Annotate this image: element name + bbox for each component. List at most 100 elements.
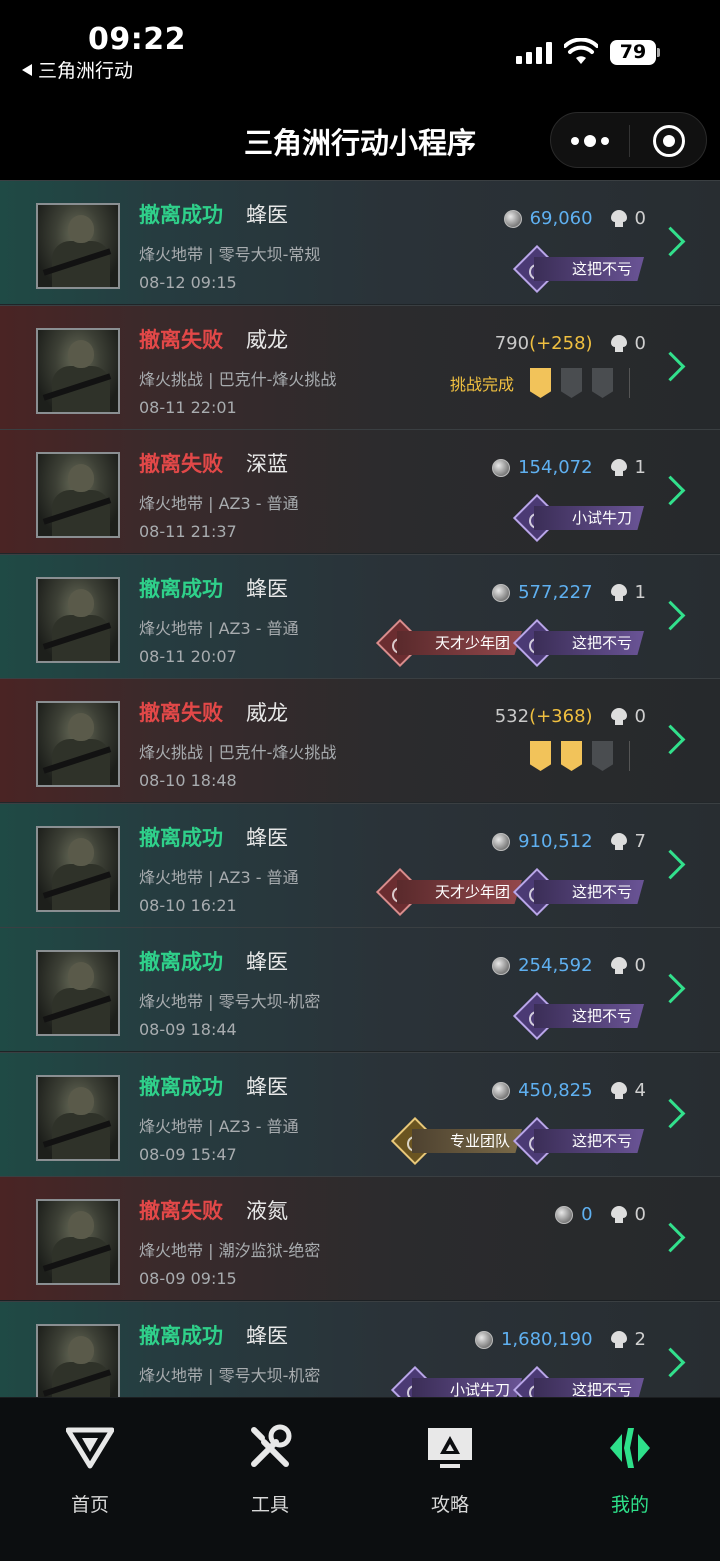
match-record-card[interactable]: 撤离失败 威龙 烽火挑战 | 巴克什-烽火挑战 08-11 22:01 790(+258… bbox=[0, 305, 720, 429]
kill-count: 0 bbox=[634, 706, 646, 727]
coin-icon bbox=[492, 583, 511, 602]
match-record-card[interactable]: 撤离成功 蜂医 烽火地带 | AZ3 - 普通 08-10 16:21 910,512 7… bbox=[0, 803, 720, 927]
chevron-right-icon[interactable] bbox=[666, 1348, 682, 1378]
extraction-status: 撤离失败 bbox=[139, 1199, 223, 1223]
kill-count: 0 bbox=[634, 955, 646, 976]
match-time: 08-12 09:15 bbox=[139, 273, 237, 292]
skull-icon bbox=[610, 583, 627, 602]
match-record-card[interactable]: 撤离成功 蜂医 烽火地带 | 零号大坝-机密 08-09 18:44 254,592 0 这… bbox=[0, 927, 720, 1051]
loot-value: 1,680,190 bbox=[500, 1329, 593, 1350]
chevron-right-icon[interactable] bbox=[666, 850, 682, 880]
operator-name: 蜂医 bbox=[246, 1075, 288, 1099]
battery-indicator: 79 bbox=[610, 40, 656, 65]
achievement-badge: 这把不亏 bbox=[512, 991, 644, 1041]
badge-label: 这把不亏 bbox=[533, 631, 644, 655]
operator-avatar bbox=[36, 950, 120, 1036]
match-record-card[interactable]: 撤离失败 威龙 烽火挑战 | 巴克什-烽火挑战 08-10 18:48 532(+368… bbox=[0, 678, 720, 802]
tab-home-label: 首页 bbox=[70, 1494, 109, 1516]
operator-name: 蜂医 bbox=[246, 1324, 288, 1348]
loot-value: 0 bbox=[581, 1204, 593, 1225]
coin-icon bbox=[474, 1330, 493, 1349]
operator-avatar bbox=[36, 203, 120, 289]
challenge-label: 挑战完成 bbox=[449, 375, 514, 394]
loot-value: 532(+368) bbox=[494, 706, 593, 727]
close-miniprogram-icon[interactable] bbox=[653, 125, 685, 157]
chevron-right-icon[interactable] bbox=[666, 476, 682, 506]
more-options-icon[interactable] bbox=[551, 113, 629, 169]
chevron-right-icon[interactable] bbox=[666, 352, 682, 382]
kill-count: 0 bbox=[634, 1204, 646, 1225]
match-record-card[interactable]: 撤离失败 液氮 烽火地带 | 潮汐监狱-绝密 08-09 09:15 0 0 bbox=[0, 1176, 720, 1300]
game-mode: 烽火地带 | AZ3 - 普通 bbox=[139, 619, 299, 638]
loot-value: 450,825 bbox=[518, 1080, 593, 1101]
extraction-status: 撤离失败 bbox=[139, 452, 223, 476]
match-time: 08-10 16:21 bbox=[139, 896, 237, 915]
operator-avatar bbox=[36, 826, 120, 912]
match-record-card[interactable]: 撤离成功 蜂医 烽火地带 | AZ3 - 普通 08-11 20:07 577,227 1… bbox=[0, 554, 720, 678]
game-mode: 烽火地带 | AZ3 - 普通 bbox=[139, 868, 299, 887]
skull-icon bbox=[610, 956, 627, 975]
extraction-status: 撤离成功 bbox=[139, 203, 223, 227]
achievement-badges: 这把不亏 bbox=[512, 244, 644, 294]
back-app-label: 三角洲行动 bbox=[38, 60, 134, 82]
back-triangle-icon bbox=[22, 63, 32, 76]
loot-value: 577,227 bbox=[518, 582, 593, 603]
loot-value: 790(+258) bbox=[494, 333, 593, 354]
loot-value: 69,060 bbox=[529, 208, 593, 229]
achievement-badge: 天才少年团 bbox=[375, 618, 522, 668]
value-row: 254,592 0 bbox=[492, 955, 646, 976]
badge-label: 这把不亏 bbox=[533, 880, 644, 904]
chevron-right-icon[interactable] bbox=[666, 601, 682, 631]
tab-tools[interactable]: 工具 bbox=[180, 1398, 360, 1528]
chevron-right-icon[interactable] bbox=[666, 1099, 682, 1129]
challenge-progress: 挑战完成 bbox=[450, 368, 630, 398]
chevron-right-icon[interactable] bbox=[666, 725, 682, 755]
coin-icon bbox=[492, 1081, 511, 1100]
bonus-value: (+368) bbox=[529, 706, 593, 727]
tab-tools-label: 工具 bbox=[250, 1494, 289, 1516]
badge-label: 天才少年团 bbox=[396, 880, 522, 904]
value-row: 1,680,190 2 bbox=[474, 1329, 646, 1350]
match-record-card[interactable]: 撤离失败 深蓝 烽火地带 | AZ3 - 普通 08-11 21:37 154,072 1… bbox=[0, 429, 720, 553]
nav-bar: 三角洲行动小程序 bbox=[0, 100, 720, 180]
bonus-value: (+258) bbox=[529, 333, 593, 354]
skull-icon bbox=[610, 707, 627, 726]
back-to-app-link[interactable]: 三角洲行动 bbox=[22, 56, 133, 83]
chevron-right-icon[interactable] bbox=[666, 974, 682, 1004]
achievement-badge: 这把不亏 bbox=[512, 867, 644, 917]
kill-count: 0 bbox=[634, 333, 646, 354]
operator-avatar bbox=[36, 1075, 120, 1161]
match-time: 08-09 15:47 bbox=[139, 1145, 237, 1164]
operator-name: 液氮 bbox=[246, 1199, 288, 1223]
tab-profile[interactable]: 我的 bbox=[540, 1398, 720, 1528]
value-row: 154,072 1 bbox=[492, 457, 646, 478]
skull-icon bbox=[610, 1205, 627, 1224]
tab-home[interactable]: 首页 bbox=[0, 1398, 180, 1528]
match-record-card[interactable]: 撤离成功 蜂医 烽火地带 | 零号大坝-机密 1,680,190 2 小试牛刀 这把不亏 bbox=[0, 1301, 720, 1397]
operator-name: 深蓝 bbox=[246, 452, 288, 476]
skull-icon bbox=[610, 458, 627, 477]
bottom-tab-bar: 首页 工具 攻略 我的 bbox=[0, 1397, 720, 1561]
operator-avatar bbox=[36, 1324, 120, 1397]
value-row: 790(+258) 0 bbox=[495, 333, 646, 354]
badge-label: 这把不亏 bbox=[533, 1378, 644, 1397]
match-record-card[interactable]: 撤离成功 蜂医 烽火地带 | 零号大坝-常规 08-12 09:15 69,060 0 这把… bbox=[0, 180, 720, 304]
extraction-status: 撤离成功 bbox=[139, 826, 223, 850]
operator-avatar bbox=[36, 701, 120, 787]
challenge-shield-icon bbox=[530, 368, 551, 398]
challenge-progress bbox=[514, 741, 630, 771]
value-row: 910,512 7 bbox=[492, 831, 646, 852]
game-mode: 烽火地带 | 潮汐监狱-绝密 bbox=[139, 1241, 321, 1260]
operator-avatar bbox=[36, 577, 120, 663]
extraction-status: 撤离成功 bbox=[139, 577, 223, 601]
match-record-list[interactable]: 撤离成功 蜂医 烽火地带 | 零号大坝-常规 08-12 09:15 69,060 0 这把… bbox=[0, 180, 720, 1397]
tab-guide[interactable]: 攻略 bbox=[360, 1398, 540, 1528]
achievement-badges: 天才少年团 这把不亏 bbox=[375, 618, 644, 668]
chevron-right-icon[interactable] bbox=[666, 227, 682, 257]
chevron-right-icon[interactable] bbox=[666, 1223, 682, 1253]
kill-count: 2 bbox=[634, 1329, 646, 1350]
game-mode: 烽火地带 | AZ3 - 普通 bbox=[139, 1117, 299, 1136]
coin-icon bbox=[492, 458, 511, 477]
match-record-card[interactable]: 撤离成功 蜂医 烽火地带 | AZ3 - 普通 08-09 15:47 450,825 4… bbox=[0, 1052, 720, 1176]
challenge-shield-icon bbox=[592, 741, 613, 771]
